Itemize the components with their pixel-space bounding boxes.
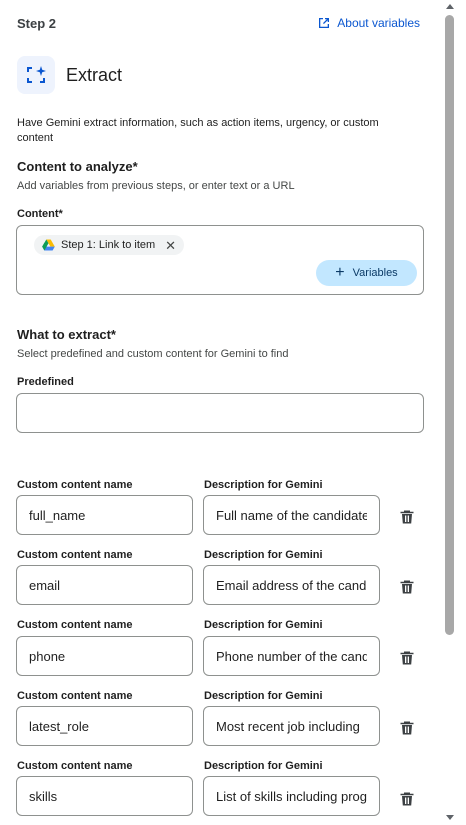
scroll-down-arrow-icon[interactable]: [446, 815, 454, 820]
variables-button-label: Variables: [352, 267, 398, 279]
extract-section-subtitle: Select predefined and custom content for…: [17, 348, 289, 360]
custom-name-label: Custom content name: [17, 479, 133, 491]
custom-name-input[interactable]: email: [16, 565, 193, 605]
custom-name-label: Custom content name: [17, 690, 133, 702]
plus-icon: +: [335, 264, 345, 281]
step-label: Step 2: [17, 16, 57, 31]
custom-name-value: phone: [29, 648, 66, 664]
description-label: Description for Gemini: [204, 549, 323, 561]
description-input[interactable]: List of skills including programming: [203, 776, 380, 816]
description-value: Most recent job including: [216, 718, 360, 734]
trash-icon: [400, 792, 414, 806]
description-value: Email address of the candidate: [216, 577, 367, 593]
description-input[interactable]: Email address of the candidate: [203, 565, 380, 605]
content-section-title: Content to analyze*: [17, 159, 138, 174]
custom-name-input[interactable]: latest_role: [16, 706, 193, 746]
extract-step-panel: Step 2 About variables Extract Have Gemi…: [0, 0, 440, 825]
description-value: Phone number of the candidate: [216, 648, 367, 664]
about-variables-label[interactable]: About variables: [337, 16, 420, 30]
description-label: Description for Gemini: [204, 690, 323, 702]
scroll-up-arrow-icon[interactable]: [446, 4, 454, 9]
scrollbar-thumb[interactable]: [445, 15, 454, 635]
chip-label: Step 1: Link to item: [61, 239, 156, 251]
delete-row-button[interactable]: [399, 579, 415, 595]
google-drive-icon: [42, 239, 55, 251]
content-input[interactable]: Step 1: Link to item ✕ + Variables: [16, 225, 424, 295]
content-field-label: Content*: [17, 208, 63, 220]
delete-row-button[interactable]: [399, 650, 415, 666]
custom-name-input[interactable]: full_name: [16, 495, 193, 535]
content-section-subtitle: Add variables from previous steps, or en…: [17, 180, 295, 192]
trash-icon: [400, 580, 414, 594]
page-title: Extract: [66, 64, 123, 85]
trash-icon: [400, 510, 414, 524]
open-in-new-icon: [319, 18, 330, 28]
extract-section-title: What to extract*: [17, 327, 116, 342]
description-label: Description for Gemini: [204, 619, 323, 631]
custom-name-label: Custom content name: [17, 760, 133, 772]
delete-row-button[interactable]: [399, 791, 415, 807]
add-variables-button[interactable]: + Variables: [316, 260, 417, 286]
extract-icon: [17, 56, 55, 94]
description-input[interactable]: Full name of the candidate: [203, 495, 380, 535]
custom-name-value: latest_role: [29, 718, 89, 734]
trash-icon: [400, 651, 414, 665]
custom-name-label: Custom content name: [17, 619, 133, 631]
description-value: Full name of the candidate: [216, 507, 367, 523]
trash-icon: [400, 721, 414, 735]
custom-name-label: Custom content name: [17, 549, 133, 561]
variable-chip[interactable]: Step 1: Link to item ✕: [34, 235, 185, 255]
close-icon[interactable]: ✕: [165, 239, 176, 252]
delete-row-button[interactable]: [399, 509, 415, 525]
description-input[interactable]: Most recent job including: [203, 706, 380, 746]
step-title-row: Extract: [17, 56, 122, 94]
predefined-select[interactable]: [16, 393, 424, 433]
description-input[interactable]: Phone number of the candidate: [203, 636, 380, 676]
custom-name-input[interactable]: phone: [16, 636, 193, 676]
delete-row-button[interactable]: [399, 720, 415, 736]
custom-name-value: email: [29, 577, 61, 593]
description-label: Description for Gemini: [204, 479, 323, 491]
custom-name-value: skills: [29, 788, 58, 804]
custom-name-value: full_name: [29, 507, 86, 523]
description-value: List of skills including programming: [216, 788, 367, 804]
custom-name-input[interactable]: skills: [16, 776, 193, 816]
about-variables-link[interactable]: About variables: [317, 16, 420, 30]
description-label: Description for Gemini: [204, 760, 323, 772]
step-description: Have Gemini extract information, such as…: [17, 117, 379, 144]
predefined-label: Predefined: [17, 376, 74, 388]
